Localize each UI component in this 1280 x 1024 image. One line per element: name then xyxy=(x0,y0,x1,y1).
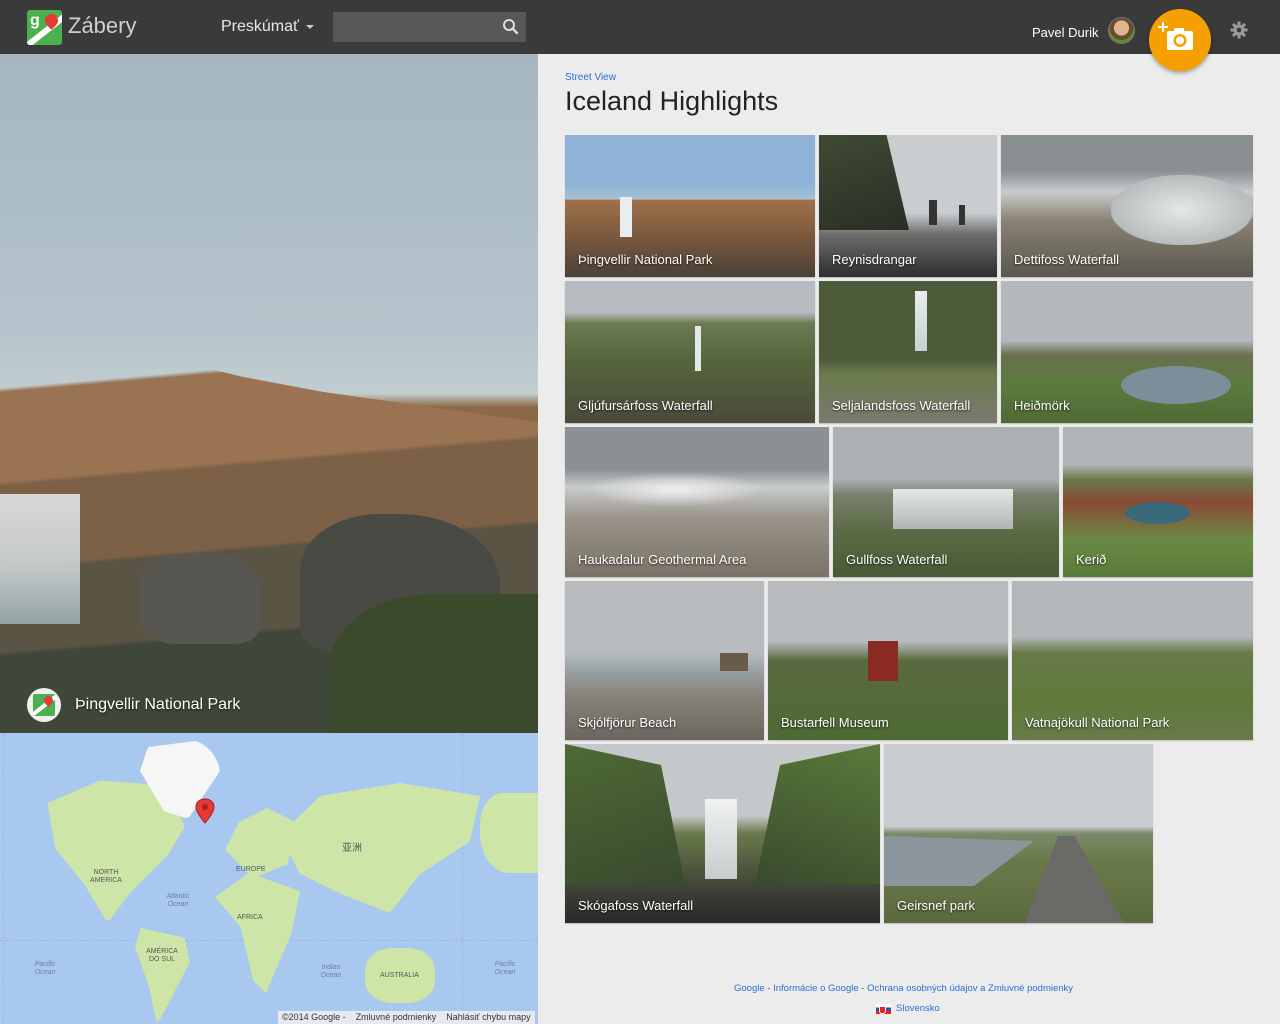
tile-caption: Dettifoss Waterfall xyxy=(1014,252,1119,267)
tile-caption: Bustarfell Museum xyxy=(781,715,889,730)
map-label-australia: AUSTRALIA xyxy=(380,972,419,979)
map-grid-line xyxy=(3,733,4,1024)
gallery-tile[interactable]: Kerið xyxy=(1063,427,1253,577)
panorama-grass xyxy=(330,594,538,733)
gallery-tile[interactable]: Reynisdrangar xyxy=(819,135,997,277)
panorama-title: Þingvellir National Park xyxy=(75,696,241,713)
breadcrumb[interactable]: Street View xyxy=(565,72,616,83)
gallery-tile[interactable]: Seljalandsfoss Waterfall xyxy=(819,281,997,423)
tile-caption: Haukadalur Geothermal Area xyxy=(578,552,747,567)
map-label-africa: AFRICA xyxy=(237,914,263,921)
map-label-south-america: AMÉRICA DO SUL xyxy=(146,948,178,963)
tile-caption: Vatnajökull National Park xyxy=(1025,715,1170,730)
gallery-tile[interactable]: Gljúfursárfoss Waterfall xyxy=(565,281,815,423)
gallery-tile[interactable]: Heiðmörk xyxy=(1001,281,1253,423)
panorama-caption: Þingvellir National Park xyxy=(27,688,240,722)
footer-separator: - xyxy=(858,983,868,994)
footer-link-privacy[interactable]: Ochrana osobných údajov a Zmluvné podmie… xyxy=(867,983,1073,994)
map-label-atlantic: Atlantic Ocean xyxy=(166,893,190,908)
gallery-tile[interactable]: Dettifoss Waterfall xyxy=(1001,135,1253,277)
search-icon[interactable] xyxy=(500,16,522,38)
tile-caption: Kerið xyxy=(1076,552,1107,567)
gallery-tile[interactable]: Skjólfjörur Beach xyxy=(565,581,764,740)
gallery-tile[interactable]: Gullfoss Waterfall xyxy=(833,427,1059,577)
gallery-tile[interactable]: Haukadalur Geothermal Area xyxy=(565,427,829,577)
caret-down-icon xyxy=(306,24,315,29)
map-label-europe: EUROPE xyxy=(236,866,266,873)
gallery-tile[interactable]: Þingvellir National Park xyxy=(565,135,815,277)
explore-menu[interactable]: Preskúmať xyxy=(221,18,315,36)
top-bar: g Zábery Preskúmať Pavel Durik xyxy=(0,0,1280,71)
map-grid-line xyxy=(462,733,463,1024)
slovakia-flag-icon xyxy=(876,1003,891,1014)
map-land-africa xyxy=(215,873,300,993)
tile-caption: Seljalandsfoss Waterfall xyxy=(832,398,971,413)
page-title: Iceland Highlights xyxy=(565,86,779,116)
footer-links: Google - Informácie o Google - Ochrana o… xyxy=(734,983,1073,994)
map-land-north-america-repeat xyxy=(480,793,538,873)
world-map[interactable]: NORTH AMERICA EUROPE 亚洲 AFRICA AMÉRICA D… xyxy=(0,733,538,1024)
map-land-south-america xyxy=(135,928,190,1024)
map-label-indian: Indian Ocean xyxy=(320,964,342,979)
tile-caption: Skógafoss Waterfall xyxy=(578,898,694,913)
map-label-pacific-left: Pacific Ocean xyxy=(34,961,56,976)
footer-link-google[interactable]: Google xyxy=(734,983,765,994)
map-label-pacific-right: Pacific Ocean xyxy=(494,961,516,976)
maps-logo-icon[interactable]: g xyxy=(27,10,62,45)
search-input[interactable] xyxy=(333,12,493,42)
gallery-tile[interactable]: Vatnajökull National Park xyxy=(1012,581,1253,740)
map-terms-link[interactable]: Zmluvné podmienky xyxy=(356,1012,437,1023)
gallery-tile[interactable]: Geirsnef park xyxy=(884,744,1153,923)
street-view-panorama[interactable] xyxy=(0,54,538,733)
gear-icon[interactable] xyxy=(1230,21,1248,39)
gallery-tile[interactable]: Bustarfell Museum xyxy=(768,581,1008,740)
map-label-north-america: NORTH AMERICA xyxy=(90,869,122,884)
map-label-asia: 亚洲 xyxy=(342,843,362,854)
map-land-asia xyxy=(280,783,480,913)
tile-caption: Þingvellir National Park xyxy=(578,252,713,267)
map-report-link[interactable]: Nahlásiť chybu mapy xyxy=(446,1012,530,1023)
language-selector[interactable]: Slovensko xyxy=(876,1003,940,1014)
tile-caption: Heiðmörk xyxy=(1014,398,1070,413)
explore-label: Preskúmať xyxy=(221,18,300,35)
tile-caption: Gullfoss Waterfall xyxy=(846,552,948,567)
footer-link-about[interactable]: Informácie o Google xyxy=(773,983,859,994)
app-title[interactable]: Zábery xyxy=(68,13,136,39)
language-label: Slovensko xyxy=(896,1003,940,1014)
tile-caption: Skjólfjörur Beach xyxy=(578,715,677,730)
map-copyright: ©2014 Google - xyxy=(282,1012,346,1022)
user-name[interactable]: Pavel Durik xyxy=(1032,25,1098,40)
panorama-rock xyxy=(140,554,260,644)
tile-caption: Reynisdrangar xyxy=(832,252,917,267)
tile-caption: Geirsnef park xyxy=(897,898,976,913)
map-footer: ©2014 Google - Zmluvné podmienky Nahlási… xyxy=(278,1011,535,1024)
panorama-waterfall xyxy=(0,494,80,624)
camera-plus-icon xyxy=(1158,22,1193,50)
map-marker-icon[interactable] xyxy=(195,798,215,824)
maps-logo-icon xyxy=(27,688,61,722)
add-photo-button[interactable] xyxy=(1149,9,1211,71)
avatar[interactable] xyxy=(1108,17,1135,44)
footer-separator: - xyxy=(764,983,774,994)
search-box xyxy=(333,12,526,42)
tile-caption: Gljúfursárfoss Waterfall xyxy=(578,398,713,413)
gallery-tile[interactable]: Skógafoss Waterfall xyxy=(565,744,880,923)
